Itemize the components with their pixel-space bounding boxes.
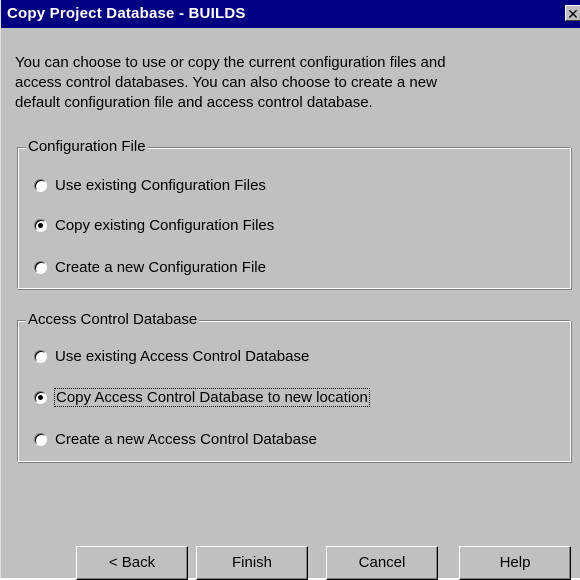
create-new-acl-option[interactable]: Create a new Access Control Database <box>34 428 317 450</box>
access-control-database-legend: Access Control Database <box>26 311 200 328</box>
back-button[interactable]: < Back <box>76 546 188 580</box>
copy-acl-option[interactable]: Copy Access Control Database to new loca… <box>34 386 370 408</box>
intro-line: access control databases. You can also c… <box>15 74 437 91</box>
close-button[interactable]: ✕ <box>565 5 580 22</box>
close-icon: ✕ <box>567 6 579 22</box>
access-control-database-group: Access Control Database Use existing Acc… <box>17 311 571 462</box>
use-existing-config-option[interactable]: Use existing Configuration Files <box>34 174 266 196</box>
cancel-button[interactable]: Cancel <box>326 546 438 580</box>
create-new-config-option[interactable]: Create a new Configuration File <box>34 256 266 278</box>
copy-existing-config-option[interactable]: Copy existing Configuration Files <box>34 214 274 236</box>
option-label: Copy existing Configuration Files <box>55 216 275 234</box>
option-label: Create a new Configuration File <box>55 258 266 276</box>
intro-text: You can choose to use or copy the curren… <box>15 53 575 113</box>
help-button[interactable]: Help <box>459 546 571 580</box>
radio-button[interactable] <box>34 260 47 274</box>
radio-button-selected[interactable] <box>34 218 47 232</box>
use-existing-acl-option[interactable]: Use existing Access Control Database <box>34 345 309 367</box>
option-label: Use existing Configuration Files <box>55 176 266 194</box>
radio-button[interactable] <box>34 432 47 446</box>
intro-line: You can choose to use or copy the curren… <box>15 54 446 71</box>
intro-line: default configuration file and access co… <box>15 94 373 111</box>
radio-button[interactable] <box>34 178 47 192</box>
window-title: Copy Project Database - BUILDS <box>7 5 246 22</box>
configuration-file-legend: Configuration File <box>26 138 148 155</box>
finish-button[interactable]: Finish <box>196 546 308 580</box>
radio-button-selected[interactable] <box>34 390 47 404</box>
option-label: Create a new Access Control Database <box>55 430 317 448</box>
option-label: Use existing Access Control Database <box>55 347 310 365</box>
configuration-file-group: Configuration File Use existing Configur… <box>17 138 571 289</box>
radio-button[interactable] <box>34 349 47 363</box>
title-bar[interactable]: Copy Project Database - BUILDS ✕ <box>1 0 580 28</box>
option-label-focused: Copy Access Control Database to new loca… <box>54 387 370 407</box>
copy-project-database-dialog: Copy Project Database - BUILDS ✕ You can… <box>0 0 580 580</box>
